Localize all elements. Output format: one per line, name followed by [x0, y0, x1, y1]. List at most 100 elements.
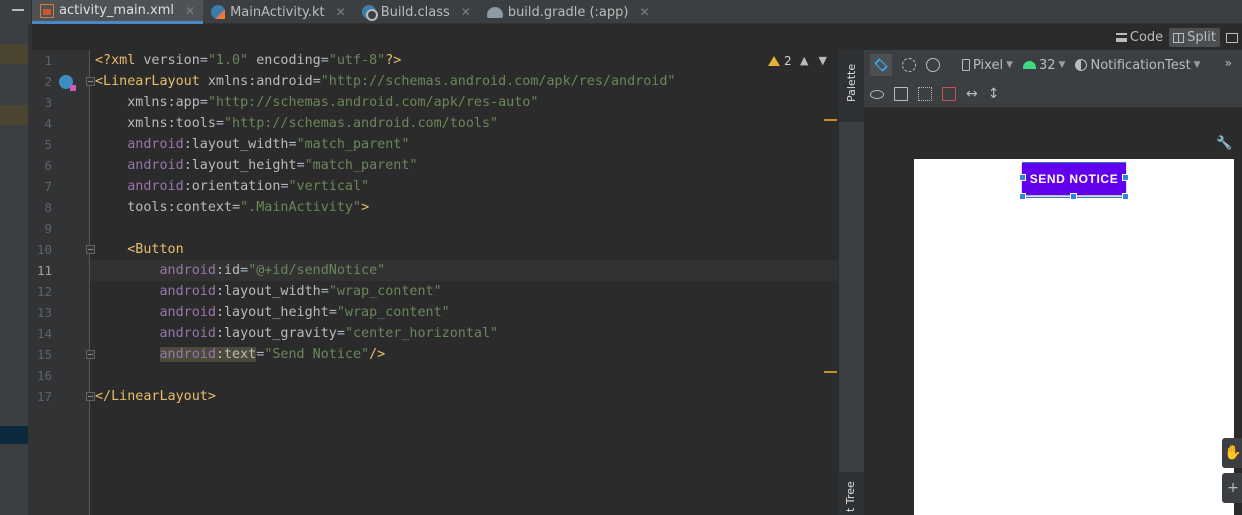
fold-icon[interactable]	[86, 77, 95, 86]
resize-handle[interactable]	[1070, 193, 1077, 200]
activity-gutter-icon[interactable]	[59, 75, 76, 91]
code-line[interactable]: <LinearLayout xmlns:android="http://sche…	[95, 71, 675, 92]
device-preview-screen[interactable]: SEND NOTICE	[914, 159, 1234, 515]
close-icon[interactable]: ✕	[185, 4, 195, 18]
zoom-in-button[interactable]: +	[1222, 473, 1242, 503]
line-number: 15	[36, 347, 52, 362]
code-line[interactable]: android:layout_width="match_parent"	[95, 134, 409, 155]
tab-main-activity[interactable]: MainActivity.kt ✕	[203, 0, 354, 24]
kotlin-file-icon	[211, 5, 226, 19]
tab-activity-main[interactable]: activity_main.xml ✕	[32, 0, 204, 24]
night-mode-icon[interactable]	[926, 58, 940, 72]
minimize-icon[interactable]	[12, 9, 24, 11]
class-file-icon	[361, 5, 378, 21]
theme-icon	[1075, 59, 1088, 71]
code-line[interactable]: </LinearLayout>	[95, 386, 216, 407]
autoconnect-off-icon[interactable]	[918, 87, 932, 101]
api-level-dropdown[interactable]: 32 ▼	[1023, 58, 1065, 73]
tab-build-gradle[interactable]: build.gradle (:app) ✕	[479, 0, 658, 24]
prev-next-highlight[interactable]: ▲▼	[800, 54, 837, 67]
image-icon	[1226, 32, 1238, 43]
code-line[interactable]: android:orientation="vertical"	[95, 176, 369, 197]
resize-handle[interactable]	[1122, 174, 1129, 181]
chevron-down-icon: ▼	[1006, 60, 1013, 70]
layers-button[interactable]	[870, 54, 892, 76]
warning-stripe[interactable]	[824, 119, 837, 121]
code-editor[interactable]: 1 2 3 4 5 6 7 8 9 10 11 12 13 14 15 16 1…	[32, 50, 838, 515]
code-label: Code	[1129, 30, 1164, 45]
clear-constraints-icon[interactable]	[942, 87, 956, 101]
expand-vertical-icon[interactable]: ↕	[988, 86, 1000, 102]
palette-label: Palette	[845, 63, 858, 102]
blueprint-icon[interactable]	[894, 87, 908, 101]
component-tree-label: t Tree	[844, 481, 857, 512]
warning-icon	[768, 56, 780, 66]
wrench-icon[interactable]: 🔧	[1216, 136, 1232, 151]
resize-handle[interactable]	[1122, 193, 1129, 200]
pan-hand-button[interactable]: ✋	[1222, 438, 1242, 468]
line-number: 16	[36, 368, 52, 383]
close-icon[interactable]: ✕	[336, 5, 346, 19]
editor-tabs: activity_main.xml ✕ MainActivity.kt ✕ Bu…	[32, 0, 1242, 24]
component-tree-tab[interactable]: t Tree	[839, 472, 865, 515]
line-number: 3	[44, 95, 52, 110]
line-number: 4	[44, 116, 52, 131]
code-line[interactable]: <Button	[95, 239, 183, 260]
code-line[interactable]: android:layout_height="wrap_content"	[95, 302, 450, 323]
device-label: Pixel	[973, 57, 1004, 73]
view-mode-toggles: Code Split	[1112, 25, 1242, 50]
close-icon[interactable]: ✕	[639, 5, 649, 19]
tab-label: Build.class	[380, 4, 450, 20]
tab-build-class[interactable]: Build.class ✕	[354, 0, 479, 24]
line-number: 1	[44, 53, 52, 68]
side-tool-strip: Palette t Tree	[838, 50, 865, 515]
theme-dropdown[interactable]: NotificationTest ▼	[1075, 57, 1201, 73]
line-number: 6	[44, 158, 52, 173]
code-line[interactable]: xmlns:app="http://schemas.android.com/ap…	[95, 92, 538, 113]
resize-handle[interactable]	[1019, 174, 1026, 181]
tab-label: MainActivity.kt	[230, 4, 325, 20]
code-line[interactable]: xmlns:tools="http://schemas.android.com/…	[95, 113, 498, 134]
line-number: 13	[36, 305, 52, 320]
line-number: 14	[36, 326, 52, 341]
code-lines-icon	[1115, 33, 1127, 42]
chevron-down-icon: ▼	[1058, 60, 1066, 70]
code-line[interactable]: android:layout_width="wrap_content"	[95, 281, 442, 302]
fold-icon[interactable]	[86, 392, 95, 401]
fold-icon[interactable]	[86, 245, 95, 254]
warning-stripe[interactable]	[824, 371, 837, 373]
device-dropdown[interactable]: Pixel ▼	[962, 58, 1013, 73]
send-notice-button[interactable]: SEND NOTICE	[1022, 163, 1126, 195]
line-number: 7	[44, 179, 52, 194]
split-label: Split	[1187, 30, 1216, 45]
fold-icon[interactable]	[86, 350, 95, 359]
resize-handle[interactable]	[1019, 193, 1026, 200]
theme-label: NotificationTest	[1090, 57, 1191, 73]
code-view-button[interactable]: Code	[1112, 28, 1167, 47]
chevron-down-icon: ▼	[1193, 60, 1201, 70]
split-view-button[interactable]: Split	[1169, 28, 1220, 47]
phone-icon	[962, 59, 970, 71]
code-line[interactable]: android:text="Send Notice"/>	[95, 344, 385, 365]
design-toolbar: Pixel ▼ 32 ▼ NotificationTest ▼ » ↔ ↕	[864, 50, 1242, 108]
xml-file-icon	[40, 3, 54, 18]
palette-tab[interactable]: Palette	[839, 50, 865, 122]
code-line[interactable]: android:id="@+id/sendNotice"	[95, 260, 386, 281]
more-actions-icon[interactable]: »	[1225, 56, 1232, 70]
design-preview-pane: Pixel ▼ 32 ▼ NotificationTest ▼ » ↔ ↕ 🔧	[864, 50, 1242, 515]
line-number: 11	[36, 263, 52, 278]
code-line[interactable]: android:layout_height="match_parent"	[95, 155, 417, 176]
code-line[interactable]: <?xml version="1.0" encoding="utf-8"?>	[95, 50, 401, 71]
editor-top-bar	[32, 25, 1242, 50]
layers-icon	[874, 58, 888, 72]
left-tool-strip	[0, 0, 32, 515]
design-view-button[interactable]	[1222, 31, 1242, 45]
code-line[interactable]: android:layout_gravity="center_horizonta…	[95, 323, 499, 344]
orientation-icon[interactable]	[902, 58, 916, 72]
code-line[interactable]: tools:context=".MainActivity">	[95, 197, 369, 218]
close-icon[interactable]: ✕	[461, 5, 471, 19]
expand-horizontal-icon[interactable]: ↔	[966, 86, 978, 102]
line-number: 17	[36, 389, 52, 404]
inspection-warnings[interactable]: 2	[768, 54, 792, 68]
eye-icon[interactable]	[870, 89, 884, 99]
